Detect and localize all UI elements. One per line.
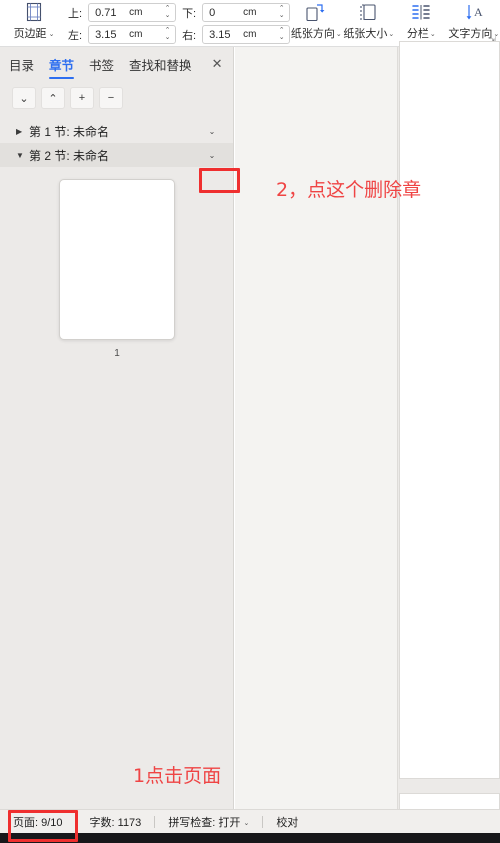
margins-group: 页边距 ⌄ xyxy=(0,0,68,46)
page-margins-text: 页边距 xyxy=(13,28,47,40)
margin-right-value: 3.15 xyxy=(209,28,231,41)
margin-top-value: 0.71 xyxy=(95,6,117,19)
status-page[interactable]: 页面: 9/10 xyxy=(0,814,76,830)
paper-orientation-text: 纸张方向 xyxy=(290,28,335,40)
margin-fields-group: 上: 0.71 cm ⌃ ⌄ 下: 0 cm ⌃ ⌄ 左: 3.15 cm ⌃ … xyxy=(68,0,291,44)
margin-left-unit: cm xyxy=(129,29,143,40)
chevron-down-icon: ⌄ xyxy=(48,31,55,38)
tab-bookmarks[interactable]: 书签 xyxy=(88,48,115,81)
margin-row-top: 上: 0.71 cm ⌃ ⌄ 下: 0 cm ⌃ ⌄ xyxy=(68,3,291,22)
section-1-menu-icon[interactable]: ⌄ xyxy=(197,127,227,136)
chevron-down-icon: ⌄ xyxy=(388,31,395,38)
margin-bottom-stepper[interactable]: ⌃ ⌄ xyxy=(277,5,286,20)
margin-row-left: 左: 3.15 cm ⌃ ⌄ 右: 3.15 cm ⌃ ⌄ xyxy=(68,25,291,44)
page-thumbnail[interactable] xyxy=(59,179,175,340)
document-area[interactable] xyxy=(235,41,500,839)
tab-toc[interactable]: 目录 xyxy=(8,48,35,81)
margin-bottom-value: 0 xyxy=(209,6,216,19)
text-direction-icon: A xyxy=(463,2,485,23)
page-margins-label: 页边距 ⌄ xyxy=(14,25,55,41)
text-direction-text: 文字方向 xyxy=(448,28,493,40)
paper-orientation-button[interactable]: 纸张方向 ⌄ xyxy=(290,0,342,46)
margin-top-input[interactable]: 0.71 cm ⌃ ⌄ xyxy=(88,3,177,22)
margin-left-stepper[interactable]: ⌃ ⌄ xyxy=(163,27,172,42)
svg-text:A: A xyxy=(474,5,483,19)
navigation-tabs: 目录 章节 书签 查找和替换 ✕ xyxy=(0,47,233,81)
section-2-menu-icon[interactable]: ⌄ xyxy=(197,151,227,160)
margin-left-label: 左: xyxy=(68,29,83,42)
section-toolbar: ⌄ ⌃ + − xyxy=(0,81,233,113)
section-row-1[interactable]: ▶ 第 1 节: 未命名 ⌄ xyxy=(0,119,233,143)
section-tree: ▶ 第 1 节: 未命名 ⌄ ▼ 第 2 节: 未命名 ⌄ xyxy=(0,119,233,167)
prev-section-button[interactable]: ⌃ xyxy=(41,87,65,109)
page-margins-button[interactable]: 页边距 ⌄ xyxy=(0,0,68,46)
window-footer-strip xyxy=(0,833,500,843)
paper-size-button[interactable]: 纸张大小 ⌄ xyxy=(343,0,395,46)
columns-icon xyxy=(410,2,432,23)
margin-left-input[interactable]: 3.15 cm ⌃ ⌄ xyxy=(88,25,177,44)
margin-top-stepper[interactable]: ⌃ ⌄ xyxy=(163,5,172,20)
section-row-2[interactable]: ▼ 第 2 节: 未命名 ⌄ xyxy=(0,143,233,167)
page-thumbnail-number: 1 xyxy=(114,348,120,359)
tab-find-replace[interactable]: 查找和替换 xyxy=(128,48,193,81)
section-2-label: 第 2 节: 未命名 xyxy=(29,148,110,163)
close-icon[interactable]: ✕ xyxy=(212,56,223,72)
status-proofread[interactable]: 校对 xyxy=(263,814,311,830)
paper-size-icon xyxy=(358,2,380,23)
margin-right-stepper[interactable]: ⌃ ⌄ xyxy=(277,27,286,42)
margin-right-label: 右: xyxy=(182,29,197,42)
columns-text: 分栏 xyxy=(406,28,429,40)
paper-size-label: 纸张大小 ⌄ xyxy=(343,25,394,41)
app-window: 页边距 ⌄ 上: 0.71 cm ⌃ ⌄ 下: 0 cm ⌃ ⌄ 左: 3.15… xyxy=(0,0,500,843)
page-thumbnail-list: 1 xyxy=(0,179,234,359)
margin-bottom-unit: cm xyxy=(243,7,257,18)
margin-right-unit: cm xyxy=(243,29,257,40)
page-margins-icon xyxy=(24,2,44,22)
paper-size-text: 纸张大小 xyxy=(343,28,388,40)
status-word-count[interactable]: 字数: 1173 xyxy=(77,814,155,830)
margin-bottom-label: 下: xyxy=(182,7,197,20)
next-section-button[interactable]: ⌄ xyxy=(12,87,36,109)
paper-orientation-label: 纸张方向 ⌄ xyxy=(291,25,342,41)
status-spellcheck[interactable]: 拼写检查: 打开 ⌄ xyxy=(155,814,262,830)
page-orientation-icon xyxy=(305,2,327,23)
expand-twisty-icon[interactable]: ▶ xyxy=(16,127,29,136)
remove-section-button[interactable]: − xyxy=(99,87,123,109)
section-1-label: 第 1 节: 未命名 xyxy=(29,124,110,139)
columns-button[interactable]: 分栏 ⌄ xyxy=(395,0,447,46)
annotation-text-step-2: 2，点这个删除章 xyxy=(276,179,422,201)
document-page-current[interactable] xyxy=(399,41,500,779)
chevron-down-icon: ⌄ xyxy=(335,31,342,38)
margin-left-value: 3.15 xyxy=(95,28,117,41)
margin-top-unit: cm xyxy=(129,7,143,18)
annotation-text-step-1: 1点击页面 xyxy=(133,765,222,787)
collapse-twisty-icon[interactable]: ▼ xyxy=(16,151,29,160)
margin-bottom-input[interactable]: 0 cm ⌃ ⌄ xyxy=(202,3,291,22)
margin-right-input[interactable]: 3.15 cm ⌃ ⌄ xyxy=(202,25,291,44)
chevron-down-icon: ⌄ xyxy=(429,31,436,38)
status-spellcheck-label: 拼写检查: 打开 xyxy=(168,816,241,829)
add-section-button[interactable]: + xyxy=(70,87,94,109)
navigation-pane: 目录 章节 书签 查找和替换 ✕ ⌄ ⌃ + − ▶ 第 1 节: 未命名 ⌄ … xyxy=(0,47,234,809)
document-gutter xyxy=(235,47,398,809)
status-bar: 页面: 9/10 字数: 1173 拼写检查: 打开 ⌄ 校对 xyxy=(0,809,500,833)
chevron-down-icon: ⌄ xyxy=(243,819,250,827)
margin-top-label: 上: xyxy=(68,7,83,20)
page-layout-ribbon: 页边距 ⌄ 上: 0.71 cm ⌃ ⌄ 下: 0 cm ⌃ ⌄ 左: 3.15… xyxy=(0,0,500,47)
tab-sections[interactable]: 章节 xyxy=(48,48,75,81)
columns-label: 分栏 ⌄ xyxy=(407,25,436,41)
